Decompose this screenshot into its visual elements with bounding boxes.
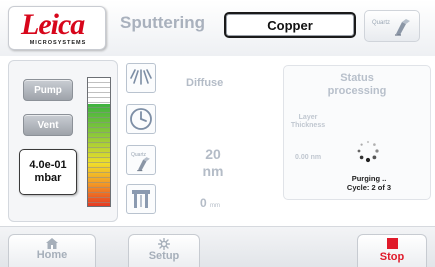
home-button[interactable]: Home xyxy=(8,234,96,267)
working-distance-unit: mm xyxy=(210,203,221,209)
pump-button[interactable]: Pump xyxy=(23,79,73,101)
working-distance-readout: 0 mm xyxy=(200,196,220,210)
status-message-line1: Purging .. xyxy=(351,174,387,183)
home-label: Home xyxy=(36,249,68,261)
status-title-line2: processing xyxy=(327,85,387,97)
stop-button[interactable]: Stop xyxy=(357,234,427,267)
setup-label: Setup xyxy=(148,250,180,262)
layer-thickness-label-line2: Thickness xyxy=(290,122,326,129)
pressure-readout: 4.0e-01 mbar xyxy=(19,149,77,195)
working-distance-icon xyxy=(132,190,150,208)
logo-subtext: MICROSYSTEMS xyxy=(29,40,87,46)
home-icon xyxy=(46,238,58,249)
layer-thickness-value: 0.00 nm xyxy=(295,154,322,161)
status-message-line2: Cycle: 2 of 3 xyxy=(346,183,392,192)
process-title: Sputtering xyxy=(120,13,205,32)
thickness-button-label: Quartz xyxy=(131,152,147,158)
vacuum-gauge xyxy=(87,77,111,207)
target-thickness-value: 20 xyxy=(205,146,221,162)
thickness-button[interactable]: Quartz xyxy=(126,145,156,175)
working-distance-button[interactable] xyxy=(126,184,156,214)
layer-thickness-label-line1: Layer xyxy=(298,114,318,121)
pressure-unit: mbar xyxy=(34,172,62,184)
pressure-value: 4.0e-01 xyxy=(29,159,67,171)
target-thickness-unit: nm xyxy=(202,163,224,179)
mode-label: Diffuse xyxy=(186,77,224,89)
status-title: Status processing xyxy=(284,72,430,98)
mode-button[interactable] xyxy=(126,63,156,93)
layer-thickness-label: Layer Thickness xyxy=(290,114,326,130)
quartz-button-label: Quartz xyxy=(372,20,391,26)
quartz-button[interactable]: Quartz xyxy=(364,10,420,42)
status-title-line1: Status xyxy=(340,72,374,84)
status-panel: Status processing Layer Thickness 0.00 n… xyxy=(283,65,431,200)
working-distance-value: 0 xyxy=(200,196,207,210)
vent-button[interactable]: Vent xyxy=(23,114,73,136)
header-bar: Leica MICROSYSTEMS Sputtering Copper Qua… xyxy=(0,0,435,56)
stop-label: Stop xyxy=(379,251,405,263)
setup-button[interactable]: Setup xyxy=(128,234,200,267)
target-thickness: 20 nm xyxy=(188,146,238,180)
gear-icon xyxy=(158,238,170,250)
leica-logo: Leica MICROSYSTEMS xyxy=(8,6,106,50)
diffuse-spray-icon xyxy=(130,69,152,85)
clock-icon xyxy=(130,108,152,130)
material-selector[interactable]: Copper xyxy=(224,12,356,38)
status-message: Purging .. Cycle: 2 of 3 xyxy=(334,174,404,192)
timer-button[interactable] xyxy=(126,104,156,134)
vacuum-panel: Pump Vent 4.0e-01 mbar xyxy=(8,60,118,222)
logo-wordmark: Leica xyxy=(21,8,85,41)
busy-spinner-icon xyxy=(357,140,379,163)
vacuum-gauge-scale xyxy=(88,78,110,206)
quartz-crystal-icon xyxy=(395,19,410,36)
stop-icon xyxy=(386,238,398,249)
